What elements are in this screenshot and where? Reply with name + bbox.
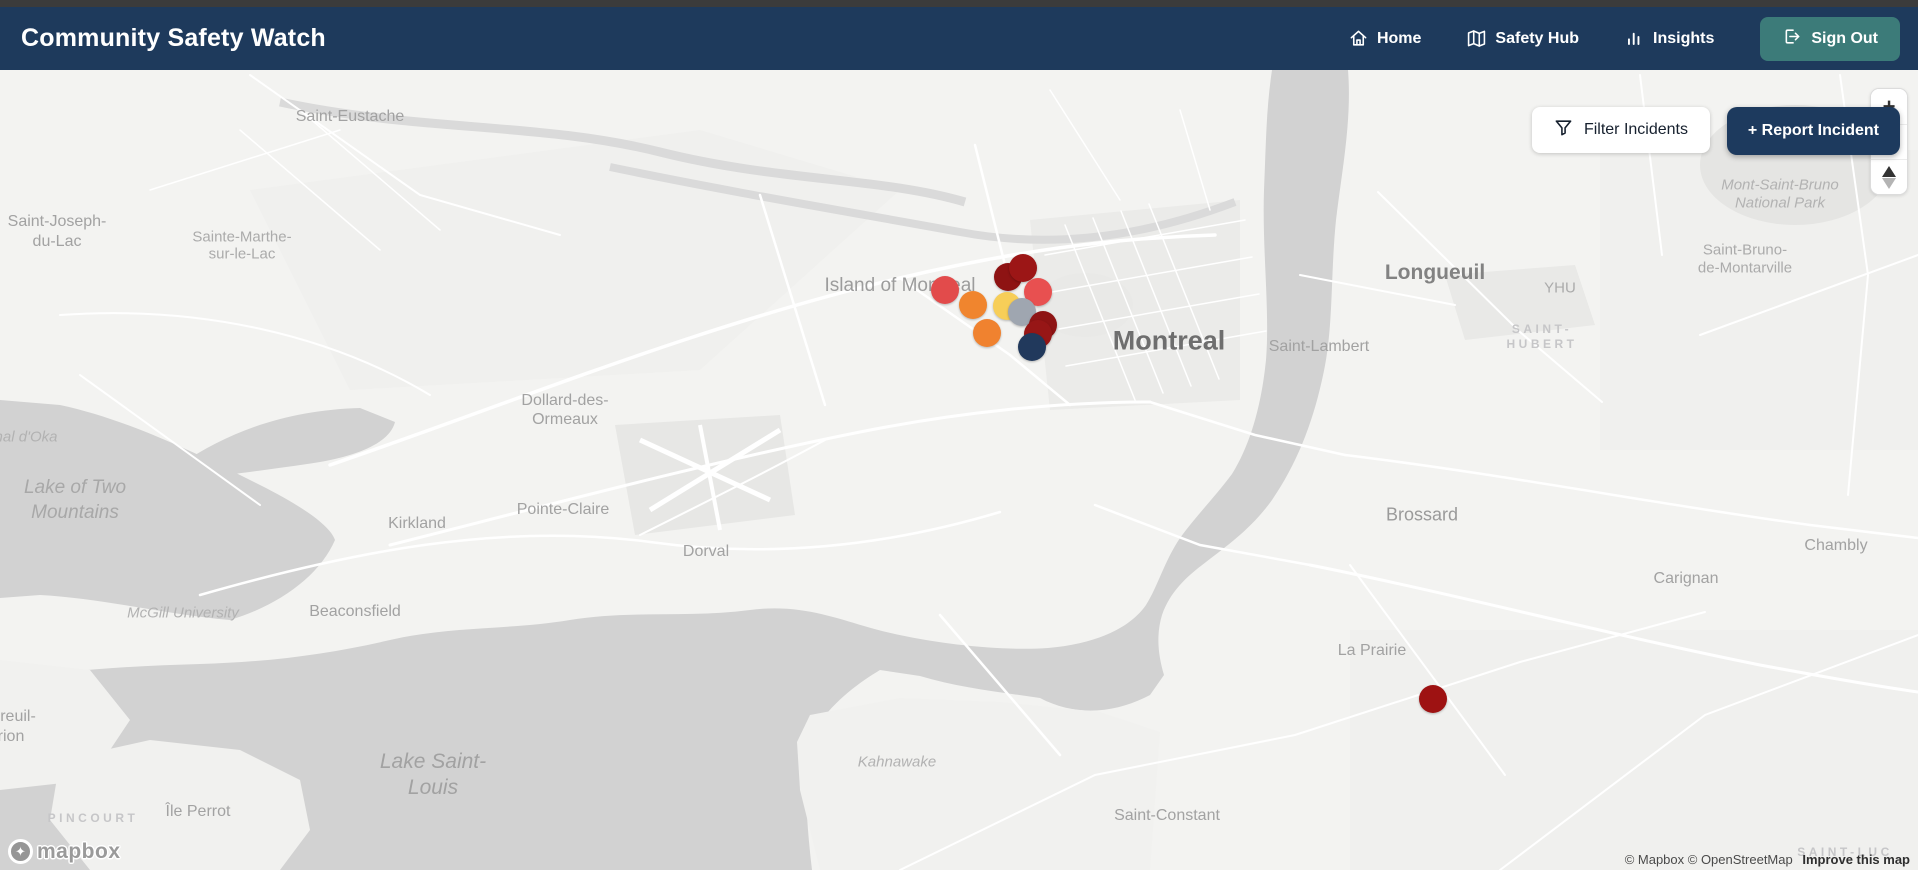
map-base-art (0, 70, 1918, 870)
map-label: Montreal (1112, 325, 1226, 356)
mapbox-logo-icon: ✦ (8, 839, 33, 864)
report-incident-label: + Report Incident (1747, 122, 1879, 139)
report-incident-button[interactable]: + Report Incident (1726, 107, 1900, 155)
incident-marker[interactable] (1419, 685, 1447, 713)
map-label: Beaconsfield (309, 603, 401, 620)
map-label: YHU (1544, 279, 1576, 297)
map-label: Saint-Constant (1114, 807, 1220, 824)
map-label: rion (0, 728, 25, 745)
map-label: sur-le-Lac (208, 245, 276, 263)
filter-funnel-icon (1554, 118, 1573, 142)
log-out-icon (1782, 27, 1801, 51)
map-label: nal d'Oka (0, 428, 58, 446)
map-label: Saint-Lambert (1268, 338, 1370, 355)
improve-map-link[interactable]: Improve this map (1802, 852, 1910, 867)
map-label: Lake Saint- (379, 750, 487, 773)
mapbox-logo[interactable]: ✦ mapbox (8, 839, 121, 864)
map-label: Longueuil (1384, 261, 1486, 284)
map-label: Kahnawake (857, 753, 937, 771)
map-label: SAINT- (1511, 322, 1573, 336)
map-label: HUBERT (1506, 337, 1578, 351)
map-label: Louis (407, 776, 459, 799)
sign-out-label: Sign Out (1811, 29, 1878, 47)
attribution-text: © Mapbox © OpenStreetMap (1624, 852, 1793, 867)
map-icon (1467, 29, 1486, 48)
nav-item-safety-hub[interactable]: Safety Hub (1467, 29, 1579, 48)
filter-incidents-button[interactable]: Filter Incidents (1531, 107, 1710, 153)
map-label: Mountains (31, 502, 119, 523)
map-label: Pointe-Claire (516, 501, 610, 518)
map-label: de-Montarville (1697, 259, 1793, 277)
mapbox-logo-text: mapbox (37, 839, 121, 863)
map-label: Ormeaux (532, 411, 598, 428)
map-label: Brossard (1385, 504, 1459, 525)
nav-item-label: Insights (1653, 29, 1715, 47)
nav-item-label: Safety Hub (1495, 29, 1579, 47)
map-label: La Prairie (1337, 642, 1407, 659)
map-attribution: © Mapbox © OpenStreetMap Improve this ma… (1625, 852, 1910, 867)
home-icon (1349, 29, 1368, 48)
map-label: Mont-Saint-Bruno (1721, 176, 1839, 194)
map-label: Dollard-des- (521, 392, 609, 409)
app-title: Community Safety Watch (21, 24, 326, 52)
main-nav: Home Safety Hub Insights Sign Out (1349, 16, 1900, 61)
map-label: Kirkland (388, 515, 446, 532)
map-label: Lake of Two (23, 477, 127, 498)
filter-incidents-label: Filter Incidents (1583, 121, 1688, 138)
map-label: reuil- (0, 708, 36, 725)
map-label: Saint-Joseph- (7, 213, 107, 230)
sign-out-button[interactable]: Sign Out (1760, 16, 1900, 61)
incident-marker[interactable] (959, 291, 987, 319)
map-label: McGill University (127, 604, 239, 622)
map-label: Carignan (1653, 570, 1719, 587)
nav-item-home[interactable]: Home (1349, 29, 1421, 48)
map-label: Chambly (1804, 537, 1868, 554)
compass-button[interactable] (1871, 159, 1907, 194)
incident-marker[interactable] (931, 276, 959, 304)
app-header: Community Safety Watch Home Safety Hub I… (0, 7, 1918, 70)
compass-needle-icon (1882, 165, 1896, 189)
map-label: du-Lac (32, 233, 82, 250)
map-label: PINCOURT (47, 811, 139, 825)
map-label: Sainte-Marthe- (192, 228, 292, 246)
community-safety-watch-app: Community Safety Watch Home Safety Hub I… (0, 0, 1918, 870)
window-top-strip (0, 0, 1918, 7)
map-label: Saint-Bruno- (1702, 241, 1788, 259)
map-label: Île Perrot (165, 803, 231, 820)
incident-marker[interactable] (1018, 333, 1046, 361)
map-label: National Park (1734, 194, 1826, 212)
incident-marker[interactable] (973, 319, 1001, 347)
bar-chart-icon (1625, 29, 1644, 48)
map-canvas[interactable]: Saint-Eustache Saint-Joseph-du-Lac Sainte-… (0, 70, 1918, 870)
map-label: Saint-Eustache (295, 108, 405, 125)
nav-item-label: Home (1376, 29, 1422, 47)
nav-item-insights[interactable]: Insights (1625, 29, 1714, 48)
map-label: Dorval (682, 543, 730, 560)
